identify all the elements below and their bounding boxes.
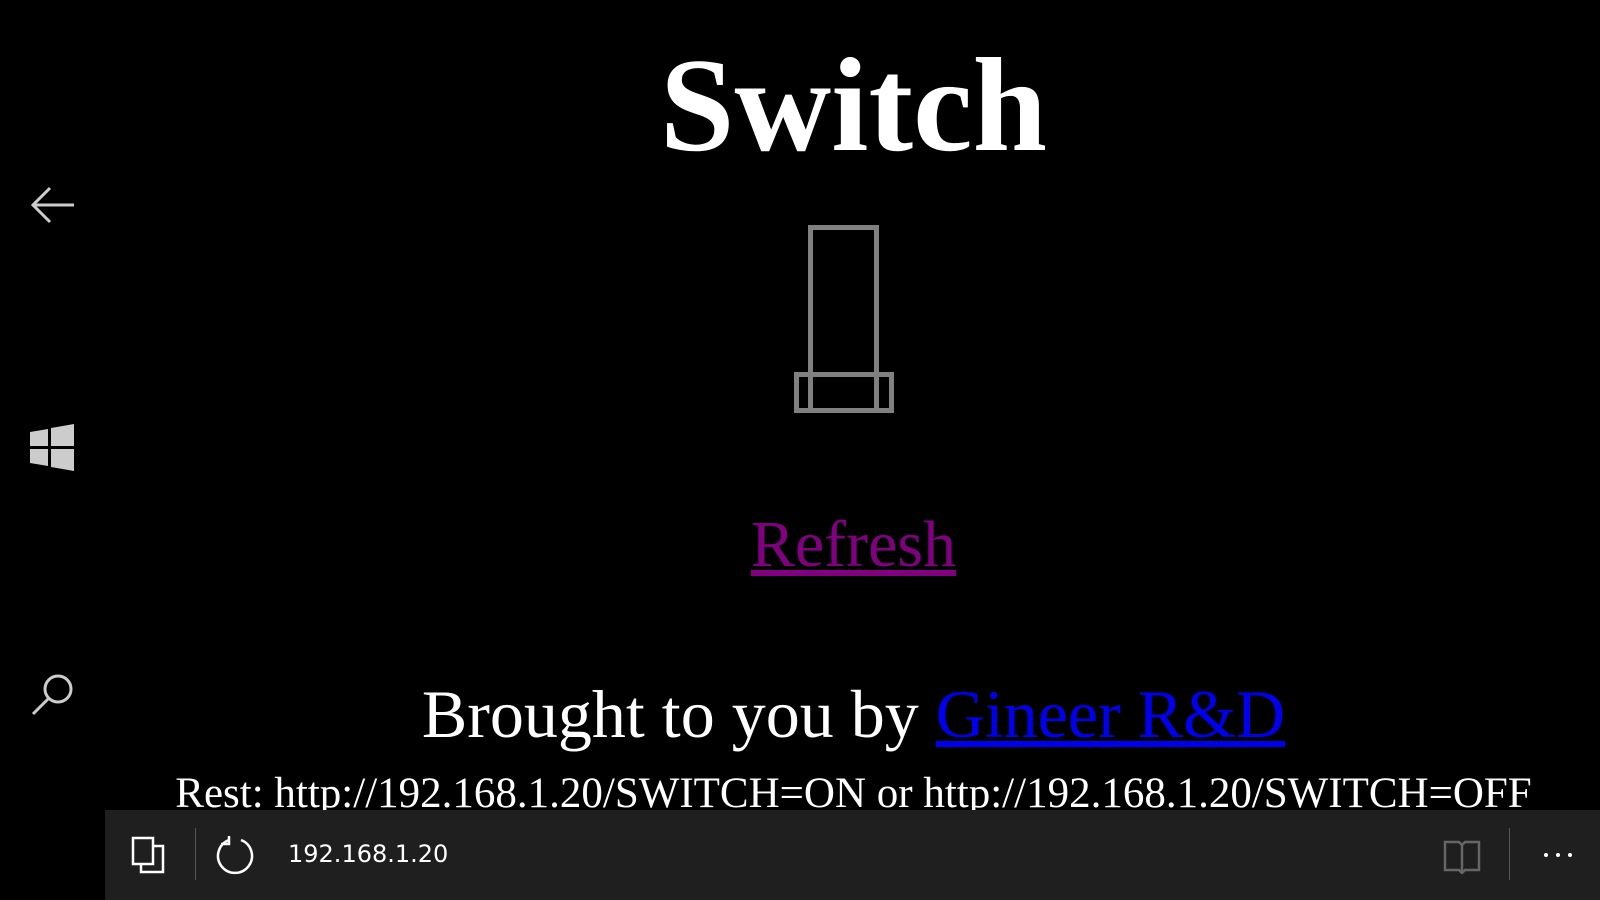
divider [1509, 828, 1510, 880]
switch-off-icon[interactable] [107, 0, 1600, 450]
credit-line: Brought to you by Gineer R&D [107, 680, 1600, 748]
browser-address-bar: 192.168.1.20 [105, 810, 1600, 900]
more-icon[interactable] [1542, 850, 1574, 860]
windows-start-icon[interactable] [28, 423, 78, 473]
gineer-link[interactable]: Gineer R&D [936, 676, 1285, 752]
refresh-icon[interactable] [215, 835, 257, 877]
reading-view-icon[interactable] [1443, 838, 1481, 874]
tabs-icon[interactable] [131, 836, 167, 874]
address-field[interactable]: 192.168.1.20 [288, 840, 448, 868]
system-sidebar [0, 0, 107, 900]
rest-info: Rest: http://192.168.1.20/SWITCH=ON or h… [175, 770, 1532, 810]
divider [195, 828, 196, 880]
search-icon[interactable] [28, 670, 78, 720]
page-content: Switch Refresh Brought to you by Gineer … [107, 0, 1600, 810]
refresh-link[interactable]: Refresh [751, 508, 956, 581]
back-arrow-icon[interactable] [28, 180, 78, 230]
credit-prefix: Brought to you by [421, 676, 936, 752]
